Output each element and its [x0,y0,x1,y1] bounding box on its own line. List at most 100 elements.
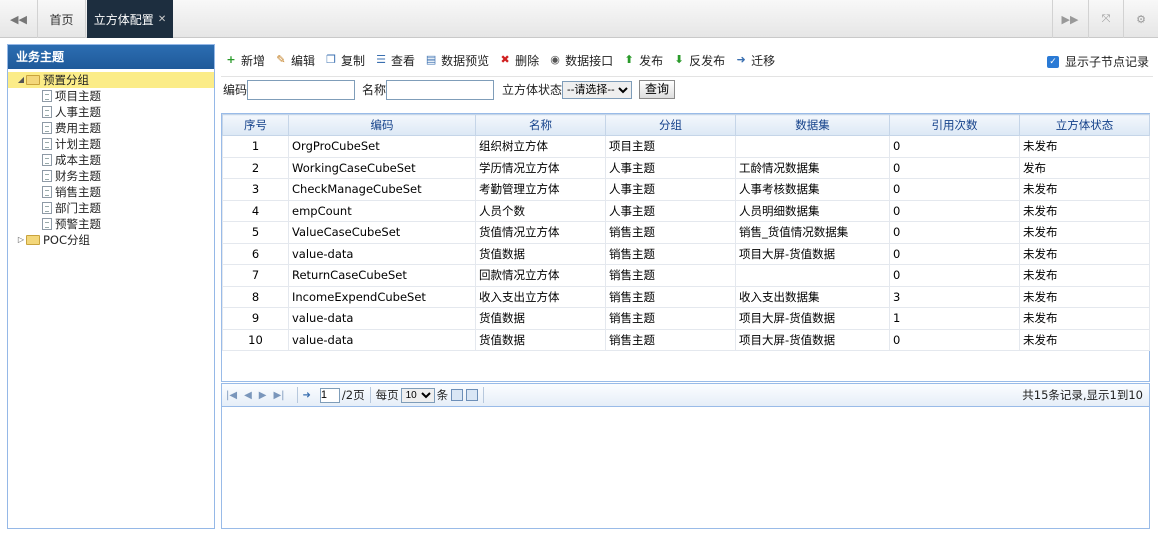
gear-icon[interactable]: ⚙ [1123,0,1158,38]
table-row[interactable]: 5 ValueCaseCubeSet 货值情况立方体 销售主题 销售_货值情况数据集 0 未… [222,221,1150,244]
table-cell: CheckManageCubeSet [288,178,476,201]
tree-node[interactable]: 成本主题 [8,152,214,168]
view-icon: ☰ [376,53,386,66]
toolbar-button[interactable]: + 新增 [224,52,265,69]
toolbar-button[interactable]: ⬆ 发布 [622,52,664,69]
tab-cube-config[interactable]: 立方体配置 ✕ [87,0,173,38]
double-left-arrow-icon[interactable]: ◀◀ [0,0,38,38]
code-input[interactable] [247,79,356,100]
tree-node-label: 计划主题 [55,137,101,151]
file-icon [42,218,52,230]
next-page-icon[interactable]: ▶ [259,390,267,401]
table-cell: 销售主题 [605,328,736,351]
tree-node[interactable]: 人事主题 [8,104,214,120]
per-page-select[interactable]: 10 [400,387,435,403]
tree-node[interactable]: 销售主题 [8,184,214,200]
tab-home[interactable]: 首页 [38,0,86,38]
toolbar-button[interactable]: ☰ 查看 [374,52,415,69]
table-cell: 6 [222,242,289,265]
collapsed-arrow-icon[interactable]: ▷ [16,232,26,248]
table-cell: 未发布 [1019,135,1150,158]
main-panel: + 新增 ✎ 编辑 ❐ 复制 ☰ 查看 ▤ 数据预览 ✖ 删除 ◉ 数据接口 ⬆ 发布 ⬇ 反发布 ➜ 迁移 ✓ 显示… [221,44,1153,529]
table-cell: 未发布 [1019,178,1150,201]
toolbar-button[interactable]: ✎ 编辑 [274,52,315,69]
prev-page-icon[interactable]: ◀ [244,390,252,401]
table-row[interactable]: 9 value-data 货值数据 销售主题 项目大屏-货值数据 1 未发布 [222,307,1150,330]
tree-node[interactable]: 计划主题 [8,136,214,152]
table-cell [735,135,890,158]
table-row[interactable]: 10 value-data 货值数据 销售主题 项目大屏-货值数据 0 未发布 [222,328,1150,351]
show-child-records-toggle[interactable]: ✓ 显示子节点记录 [1046,53,1149,70]
table-cell: 1 [889,307,1020,330]
table-cell: 2 [222,156,289,179]
tree-node[interactable]: 财务主题 [8,168,214,184]
table-cell: 人员个数 [475,199,606,222]
tree-node[interactable]: ◢ 预置分组 [8,72,214,88]
tree-node-label: 财务主题 [55,169,101,183]
name-label: 名称 [362,83,387,97]
go-page-icon[interactable]: ➜ [303,390,311,401]
table-row[interactable]: 2 WorkingCaseCubeSet 学历情况立方体 人事主题 工龄情况数据集 0 发布 [222,156,1150,179]
table-cell: ReturnCaseCubeSet [288,264,476,287]
show-child-records-label: 显示子节点记录 [1064,55,1149,69]
table-cell: 5 [222,221,289,244]
toolbar-button[interactable]: ❐ 复制 [324,52,365,69]
toolbar-button[interactable]: ➜ 迁移 [734,52,776,69]
table-cell: ValueCaseCubeSet [288,221,476,244]
export-excel-icon[interactable] [451,389,464,401]
table-cell: 0 [889,156,1020,179]
table-cell: value-data [288,328,476,351]
column-header[interactable]: 编码 [288,114,476,136]
status-select[interactable]: --请选择-- [562,80,633,99]
status-label: 立方体状态 [502,83,563,97]
grid-header-row: 序号 编码 名称 分组 数据集 引用次数 立方体状态 [222,114,1150,136]
table-cell: 未发布 [1019,307,1150,330]
column-header[interactable]: 名称 [475,114,606,136]
checkbox-checked-icon[interactable]: ✓ [1046,55,1059,68]
tree-node[interactable]: ▷ POC分组 [8,232,214,248]
table-row[interactable]: 6 value-data 货值数据 销售主题 项目大屏-货值数据 0 未发布 [222,242,1150,265]
name-input[interactable] [386,79,495,100]
table-cell: 3 [222,178,289,201]
table-row[interactable]: 7 ReturnCaseCubeSet 回款情况立方体 销售主题 0 未发布 [222,264,1150,287]
table-cell: value-data [288,307,476,330]
column-header[interactable]: 引用次数 [889,114,1020,136]
column-header[interactable]: 分组 [605,114,736,136]
cube-grid: 序号 编码 名称 分组 数据集 引用次数 立方体状态 1 OrgProCubeSet 组织树立方… [221,113,1150,382]
column-header[interactable]: 立方体状态 [1019,114,1150,136]
tree-node-label: 费用主题 [55,121,101,135]
tree-node[interactable]: 费用主题 [8,120,214,136]
table-cell: 10 [222,328,289,351]
migrate-icon: ➜ [736,53,746,66]
table-row[interactable]: 3 CheckManageCubeSet 考勤管理立方体 人事主题 人事考核数据集 0 未发… [222,178,1150,201]
toolbar-button[interactable]: ✖ 删除 [498,52,539,69]
detail-panel [221,407,1150,529]
table-cell: 0 [889,178,1020,201]
table-row[interactable]: 4 empCount 人员个数 人事主题 人员明细数据集 0 未发布 [222,199,1150,222]
tree-node[interactable]: 预警主题 [8,216,214,232]
column-header[interactable]: 序号 [222,114,289,136]
toolbar-button[interactable]: ⬇ 反发布 [672,52,726,69]
table-cell: 销售主题 [605,264,736,287]
tree-node-label: 预警主题 [55,217,101,231]
query-button[interactable]: 查询 [639,80,676,99]
toolbar-button[interactable]: ▤ 数据预览 [424,52,489,69]
file-icon [42,106,52,118]
export-doc-icon[interactable] [466,389,479,401]
tree-node[interactable]: 部门主题 [8,200,214,216]
close-icon[interactable]: ✕ [158,14,166,25]
toolbar-button[interactable]: ◉ 数据接口 [548,52,613,69]
tree-node-label: 人事主题 [55,105,101,119]
table-cell: 未发布 [1019,328,1150,351]
last-page-icon[interactable]: ▶| [273,390,284,401]
table-row[interactable]: 8 IncomeExpendCubeSet 收入支出立方体 销售主题 收入支出数据集 3 未… [222,285,1150,308]
column-header[interactable]: 数据集 [735,114,890,136]
tree-node[interactable]: 项目主题 [8,88,214,104]
double-right-arrow-icon[interactable]: ▶▶ [1052,0,1087,38]
tree-node-label: POC分组 [43,233,91,247]
expanded-arrow-icon[interactable]: ◢ [16,72,26,88]
first-page-icon[interactable]: |◀ [226,390,237,401]
table-row[interactable]: 1 OrgProCubeSet 组织树立方体 项目主题 0 未发布 [222,135,1150,158]
fullscreen-icon[interactable]: ⤧ [1088,0,1123,38]
page-number-input[interactable] [319,387,340,403]
